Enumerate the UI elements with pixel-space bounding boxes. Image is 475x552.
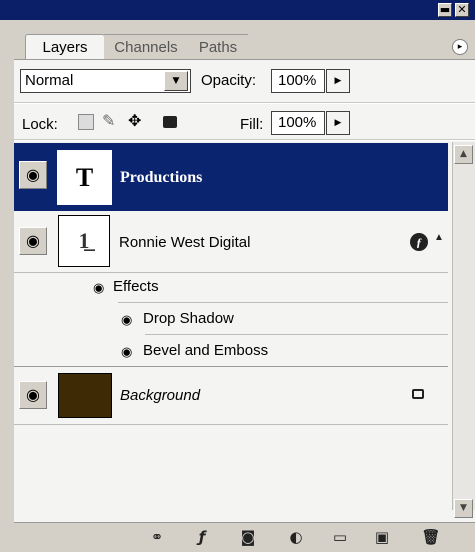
new-group-icon[interactable]: ▭ (328, 527, 352, 547)
text-layer-thumbnail: T (57, 150, 112, 205)
opacity-arrow-button[interactable]: ▶ (326, 69, 350, 93)
effect-drop-shadow[interactable]: Drop Shadow (143, 310, 234, 327)
layer-name-productions: Productions (120, 169, 203, 186)
layers-top-divider (14, 139, 475, 141)
lock-position-icon[interactable]: ✥ (128, 112, 141, 132)
background-layer-thumbnail (58, 373, 112, 418)
trash-icon[interactable]: 🗑 (419, 527, 443, 547)
lock-transparent-icon[interactable] (78, 114, 94, 130)
layer-name-background: Background (120, 387, 201, 404)
effect-bevel-and-emboss[interactable]: Bevel and Emboss (143, 342, 268, 359)
layer-name-ronnie-west-digital: Ronnie West Digital (119, 234, 251, 251)
lock-all-icon[interactable] (163, 116, 177, 128)
opacity-label: Opacity: (201, 72, 257, 89)
lock-label: Lock: (22, 116, 58, 133)
link-icon[interactable]: ⚭ (145, 527, 169, 547)
tab-layers[interactable]: Layers (25, 34, 105, 60)
panel-menu-icon[interactable]: ▸ (452, 39, 468, 55)
minimize-button[interactable]: ▬ (438, 3, 452, 17)
visibility-eye-icon[interactable]: ◉ (19, 381, 47, 409)
effect-divider (145, 334, 448, 335)
adjustment-layer-icon[interactable]: ◐ (284, 527, 308, 547)
shape-layer-thumbnail: 1̲ (58, 215, 110, 267)
tab-paths[interactable]: Paths (188, 34, 248, 60)
visibility-eye-icon[interactable]: ◉ (19, 227, 47, 255)
effects-label: Effects (113, 278, 159, 295)
options-divider (14, 102, 475, 104)
panel-title-bar (0, 0, 475, 20)
visibility-eye-icon[interactable]: ◉ (19, 161, 47, 189)
tab-channels[interactable]: Channels (104, 34, 188, 60)
fill-field[interactable]: 100% (271, 111, 325, 135)
fill-arrow-button[interactable]: ▶ (326, 111, 350, 135)
layer-style-icon[interactable]: ƒ (190, 527, 214, 547)
add-mask-icon[interactable]: ◙ (236, 527, 260, 547)
drop-shadow-eye-icon[interactable]: ◉ (121, 312, 132, 328)
layer-locked-icon (412, 389, 424, 399)
layers-scrollbar[interactable] (452, 142, 475, 510)
close-button[interactable]: ✕ (455, 3, 469, 17)
lock-image-icon[interactable]: ✎ (102, 112, 115, 132)
effects-divider (118, 302, 448, 303)
bevel-emboss-eye-icon[interactable]: ◉ (121, 344, 132, 360)
layer-effects-badge-icon[interactable]: ƒ (410, 233, 428, 251)
scroll-down-button[interactable]: ▼ (454, 499, 473, 518)
collapse-effects-arrow-icon[interactable]: ▲ (434, 232, 444, 243)
effects-eye-icon[interactable]: ◉ (93, 280, 104, 296)
fill-label: Fill: (240, 116, 264, 133)
blend-mode-dropdown-arrow[interactable]: ▼ (164, 71, 188, 91)
scroll-up-button[interactable]: ▲ (454, 145, 473, 164)
opacity-field[interactable]: 100% (271, 69, 325, 93)
new-layer-icon[interactable]: ▣ (370, 527, 394, 547)
